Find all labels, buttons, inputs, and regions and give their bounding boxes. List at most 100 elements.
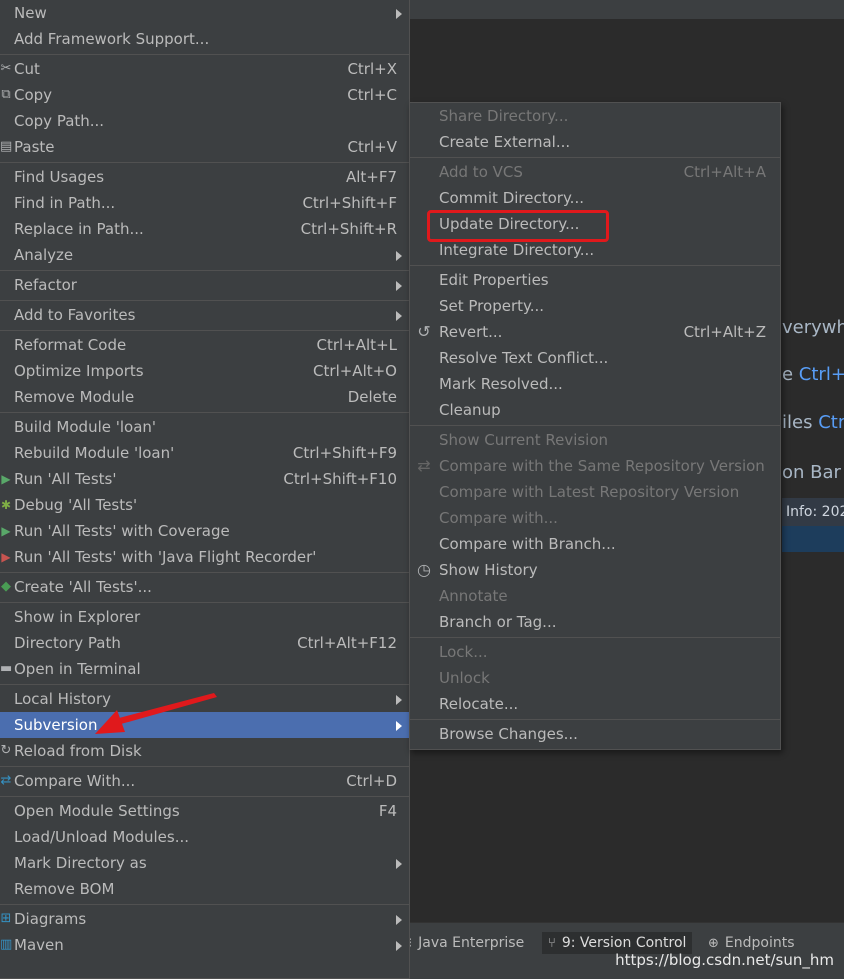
menu-item-run-all-tests-with-java-flight-recorder[interactable]: ▶ Run 'All Tests' with 'Java Flight Recor…	[0, 544, 409, 570]
submenu-item-annotate[interactable]: Annotate	[410, 583, 780, 609]
menu-item-label: Run 'All Tests'	[14, 470, 117, 488]
menu-item-label: Find Usages	[14, 168, 105, 186]
menu-item-label: New	[14, 4, 47, 22]
menu-item-maven[interactable]: ▥ Maven	[0, 932, 409, 958]
editor-tab-bar	[410, 0, 844, 20]
menu-item-analyze[interactable]: Analyze	[0, 242, 409, 268]
editor-hint-3: iles Ctr	[782, 412, 844, 433]
menu-item-show-in-explorer[interactable]: Show in Explorer	[0, 604, 409, 630]
globe-icon: ⊕	[708, 935, 719, 951]
submenu-item-commit-directory[interactable]: Commit Directory...	[410, 185, 780, 211]
menu-item-replace-in-path[interactable]: Replace in Path... Ctrl+Shift+R	[0, 216, 409, 242]
menu-item-label: Add Framework Support...	[14, 30, 210, 48]
menu-item-copy[interactable]: ⧉ Copy Ctrl+C	[0, 82, 409, 108]
menu-item-reload-from-disk[interactable]: ↻ Reload from Disk	[0, 738, 409, 764]
menu-item-remove-bom[interactable]: Remove BOM	[0, 876, 409, 902]
menu-item-subversion[interactable]: Subversion	[0, 712, 409, 738]
tool-window-label: 9: Version Control	[561, 935, 687, 951]
menu-item-label: Build Module 'loan'	[14, 418, 157, 436]
menu-item-reformat-code[interactable]: Reformat Code Ctrl+Alt+L	[0, 332, 409, 358]
info-notification[interactable]: Info: 202	[782, 498, 844, 526]
menu-item-refactor[interactable]: Refactor	[0, 272, 409, 298]
submenu-item-share-directory[interactable]: Share Directory...	[410, 103, 780, 129]
menu-item-rebuild-module-loan[interactable]: Rebuild Module 'loan' Ctrl+Shift+F9	[0, 440, 409, 466]
submenu-item-unlock[interactable]: Unlock	[410, 665, 780, 691]
info-notification-strip	[782, 526, 844, 552]
tool-window-java-enterprise[interactable]: ⁝ Java Enterprise	[408, 932, 524, 954]
menu-item-find-in-path[interactable]: Find in Path... Ctrl+Shift+F	[0, 190, 409, 216]
menu-item-open-in-terminal[interactable]: ▬ Open in Terminal	[0, 656, 409, 682]
submenu-item-browse-changes[interactable]: Browse Changes...	[410, 721, 780, 747]
menu-item-shortcut: Ctrl+Alt+A	[683, 163, 766, 181]
menu-item-copy-path[interactable]: Copy Path...	[0, 108, 409, 134]
menu-item-build-module-loan[interactable]: Build Module 'loan'	[0, 414, 409, 440]
submenu-item-lock[interactable]: Lock...	[410, 639, 780, 665]
menu-item-label: Add to Favorites	[14, 306, 136, 324]
menu-item-create-all-tests[interactable]: ◆ Create 'All Tests'...	[0, 574, 409, 600]
menu-item-cut[interactable]: ✂ Cut Ctrl+X	[0, 56, 409, 82]
submenu-item-mark-resolved[interactable]: Mark Resolved...	[410, 371, 780, 397]
submenu-item-compare-with-branch[interactable]: Compare with Branch...	[410, 531, 780, 557]
submenu-item-show-history[interactable]: ◷ Show History	[410, 557, 780, 583]
menu-item-shortcut: Ctrl+Alt+O	[313, 362, 397, 380]
menu-item-shortcut: Delete	[347, 388, 397, 406]
menu-item-label: Compare with Latest Repository Version	[439, 483, 740, 501]
menu-item-open-module-settings[interactable]: Open Module Settings F4	[0, 798, 409, 824]
submenu-item-compare-with-the-same-repository-version[interactable]: ⇄ Compare with the Same Repository Versio…	[410, 453, 780, 479]
menu-item-directory-path[interactable]: Directory Path Ctrl+Alt+F12	[0, 630, 409, 656]
menu-item-label: Paste	[14, 138, 55, 156]
menu-item-label: Set Property...	[439, 297, 545, 315]
submenu-item-relocate[interactable]: Relocate...	[410, 691, 780, 717]
submenu-item-show-current-revision[interactable]: Show Current Revision	[410, 427, 780, 453]
menu-item-label: Open in Terminal	[14, 660, 141, 678]
watermark: https://blog.csdn.net/sun_hm	[615, 951, 834, 969]
submenu-item-set-property[interactable]: Set Property...	[410, 293, 780, 319]
submenu-item-resolve-text-conflict[interactable]: Resolve Text Conflict...	[410, 345, 780, 371]
menu-item-label: Reload from Disk	[14, 742, 142, 760]
menu-item-optimize-imports[interactable]: Optimize Imports Ctrl+Alt+O	[0, 358, 409, 384]
menu-item-shortcut: Ctrl+Shift+F10	[283, 470, 397, 488]
submenu-item-revert[interactable]: ↺ Revert... Ctrl+Alt+Z	[410, 319, 780, 345]
menu-item-find-usages[interactable]: Find Usages Alt+F7	[0, 164, 409, 190]
menu-item-label: Resolve Text Conflict...	[439, 349, 609, 367]
menu-item-label: Optimize Imports	[14, 362, 144, 380]
menu-item-debug-all-tests[interactable]: ✱ Debug 'All Tests'	[0, 492, 409, 518]
hint-key: Ctr	[818, 412, 844, 433]
paste-icon: ▤	[0, 139, 13, 154]
menu-item-add-framework-support[interactable]: Add Framework Support...	[0, 26, 409, 52]
submenu-item-integrate-directory[interactable]: Integrate Directory...	[410, 237, 780, 263]
chevron-right-icon	[396, 311, 402, 321]
menu-item-run-all-tests-with-coverage[interactable]: ▶ Run 'All Tests' with Coverage	[0, 518, 409, 544]
editor-hint-1: verywh	[782, 317, 844, 338]
menu-item-paste[interactable]: ▤ Paste Ctrl+V	[0, 134, 409, 160]
menu-item-label: Rebuild Module 'loan'	[14, 444, 175, 462]
menu-item-local-history[interactable]: Local History	[0, 686, 409, 712]
tool-window-label: Endpoints	[724, 935, 795, 951]
submenu-item-cleanup[interactable]: Cleanup	[410, 397, 780, 423]
menu-item-load-unload-modules[interactable]: Load/Unload Modules...	[0, 824, 409, 850]
chevron-right-icon	[396, 941, 402, 951]
menu-item-add-to-favorites[interactable]: Add to Favorites	[0, 302, 409, 328]
version-control-icon: ⑂	[548, 935, 556, 951]
submenu-item-branch-or-tag[interactable]: Branch or Tag...	[410, 609, 780, 635]
terminal-icon: ▬	[0, 661, 13, 676]
submenu-item-update-directory[interactable]: Update Directory...	[410, 211, 780, 237]
submenu-item-compare-with-latest-repository-version[interactable]: Compare with Latest Repository Version	[410, 479, 780, 505]
menu-item-label: Copy Path...	[14, 112, 105, 130]
menu-item-mark-directory-as[interactable]: Mark Directory as	[0, 850, 409, 876]
submenu-item-create-external[interactable]: Create External...	[410, 129, 780, 155]
menu-item-shortcut: Ctrl+Shift+F	[302, 194, 397, 212]
menu-item-compare-with[interactable]: ⇄ Compare With... Ctrl+D	[0, 768, 409, 794]
menu-item-label: Compare with the Same Repository Version	[439, 457, 765, 475]
menu-item-diagrams[interactable]: ⊞ Diagrams	[0, 906, 409, 932]
submenu-item-add-to-vcs[interactable]: Add to VCS Ctrl+Alt+A	[410, 159, 780, 185]
menu-item-label: Relocate...	[439, 695, 519, 713]
submenu-item-edit-properties[interactable]: Edit Properties	[410, 267, 780, 293]
menu-item-new[interactable]: New	[0, 0, 409, 26]
menu-item-remove-module[interactable]: Remove Module Delete	[0, 384, 409, 410]
menu-item-label: Cleanup	[439, 401, 501, 419]
menu-item-shortcut: Alt+F7	[345, 168, 397, 186]
menu-item-run-all-tests[interactable]: ▶ Run 'All Tests' Ctrl+Shift+F10	[0, 466, 409, 492]
menu-item-label: Copy	[14, 86, 53, 104]
submenu-item-compare-with[interactable]: Compare with...	[410, 505, 780, 531]
